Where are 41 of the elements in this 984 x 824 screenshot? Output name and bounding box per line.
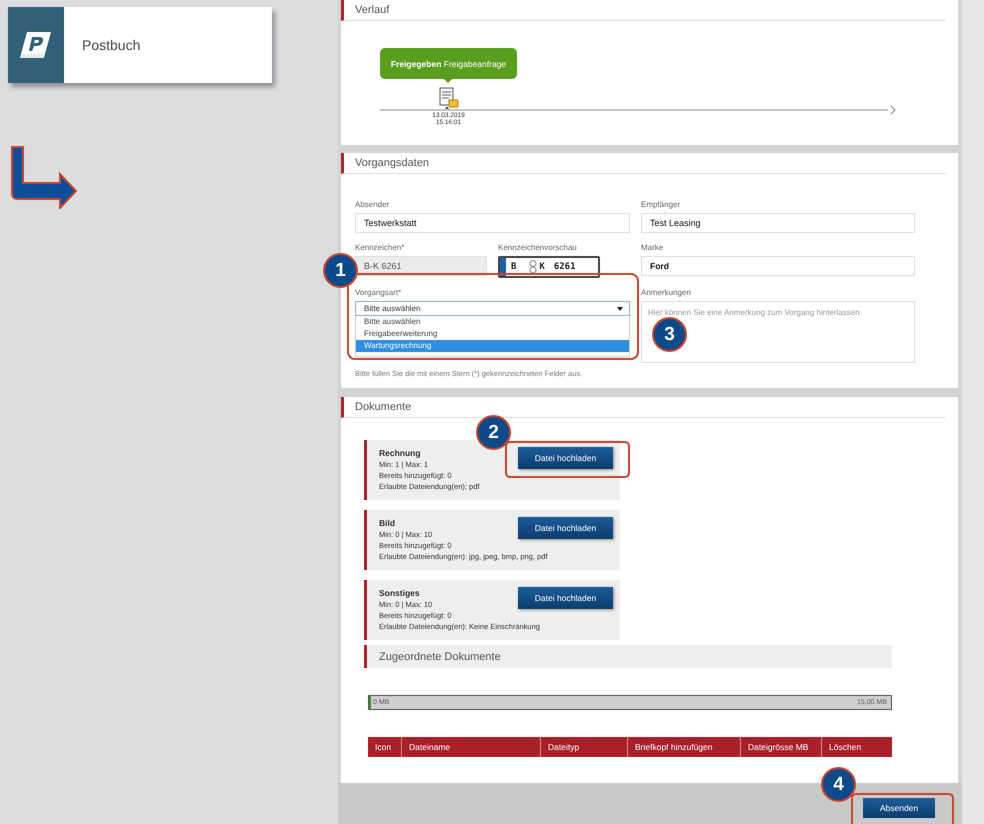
subsection-title: Zugeordnete Dokumente [379,650,501,662]
document-type-name: Bild [379,518,396,529]
section-title: Verlauf [355,4,390,16]
upload-button[interactable]: Datei hochladen [518,517,613,539]
brand-field[interactable]: Ford [641,256,915,276]
seal-icon [529,260,538,274]
submit-button[interactable]: Absenden [863,798,935,818]
plate-text: B [511,262,516,272]
field-label: Kennzeichenvorschau [498,242,578,254]
sender-field[interactable]: Testwerkstatt [355,213,630,233]
section-title: Dokumente [355,401,412,413]
document-type-name: Rechnung [379,448,422,459]
document-type-name: Sonstiges [379,588,421,599]
document-icon[interactable] [438,87,460,109]
dropdown-option[interactable]: Freigabeerweiterung [356,328,629,340]
book-icon [19,30,53,60]
field-label: Vorgangsart* [355,287,402,299]
caret-icon [617,306,623,310]
type-dropdown[interactable]: Bitte auswählen [355,301,630,316]
app-card[interactable]: Postbuch [8,7,272,83]
upload-button[interactable]: Datei hochladen [518,587,613,609]
app-title: Postbuch [82,37,140,53]
dropdown-option[interactable]: Bitte auswählen [356,316,629,328]
plate-text: 6261 [554,262,576,272]
field-label: Marke [641,242,664,254]
column-header[interactable]: Dateiname [402,737,541,757]
step-badge: 1 [323,253,358,288]
column-header[interactable]: Dateigrösse MB [741,737,822,757]
recipient-field[interactable]: Test Leasing [641,213,915,233]
field-label: Absender [355,199,390,211]
field-label: Anmerkungen [641,287,692,299]
plate-text: K [539,262,545,272]
field-label: Kennzeichen* [355,242,406,254]
turn-arrow-icon [10,145,78,209]
column-header[interactable]: Dateityp [541,737,628,757]
section-title: Vorgangsdaten [355,157,430,169]
column-header[interactable]: Icon [368,737,402,757]
upload-button[interactable]: Datei hochladen [518,447,613,469]
column-header[interactable]: Löschen [822,737,892,757]
column-header[interactable]: Briefkopf hinzufügen [628,737,741,757]
field-label: Empfänger [641,199,682,211]
